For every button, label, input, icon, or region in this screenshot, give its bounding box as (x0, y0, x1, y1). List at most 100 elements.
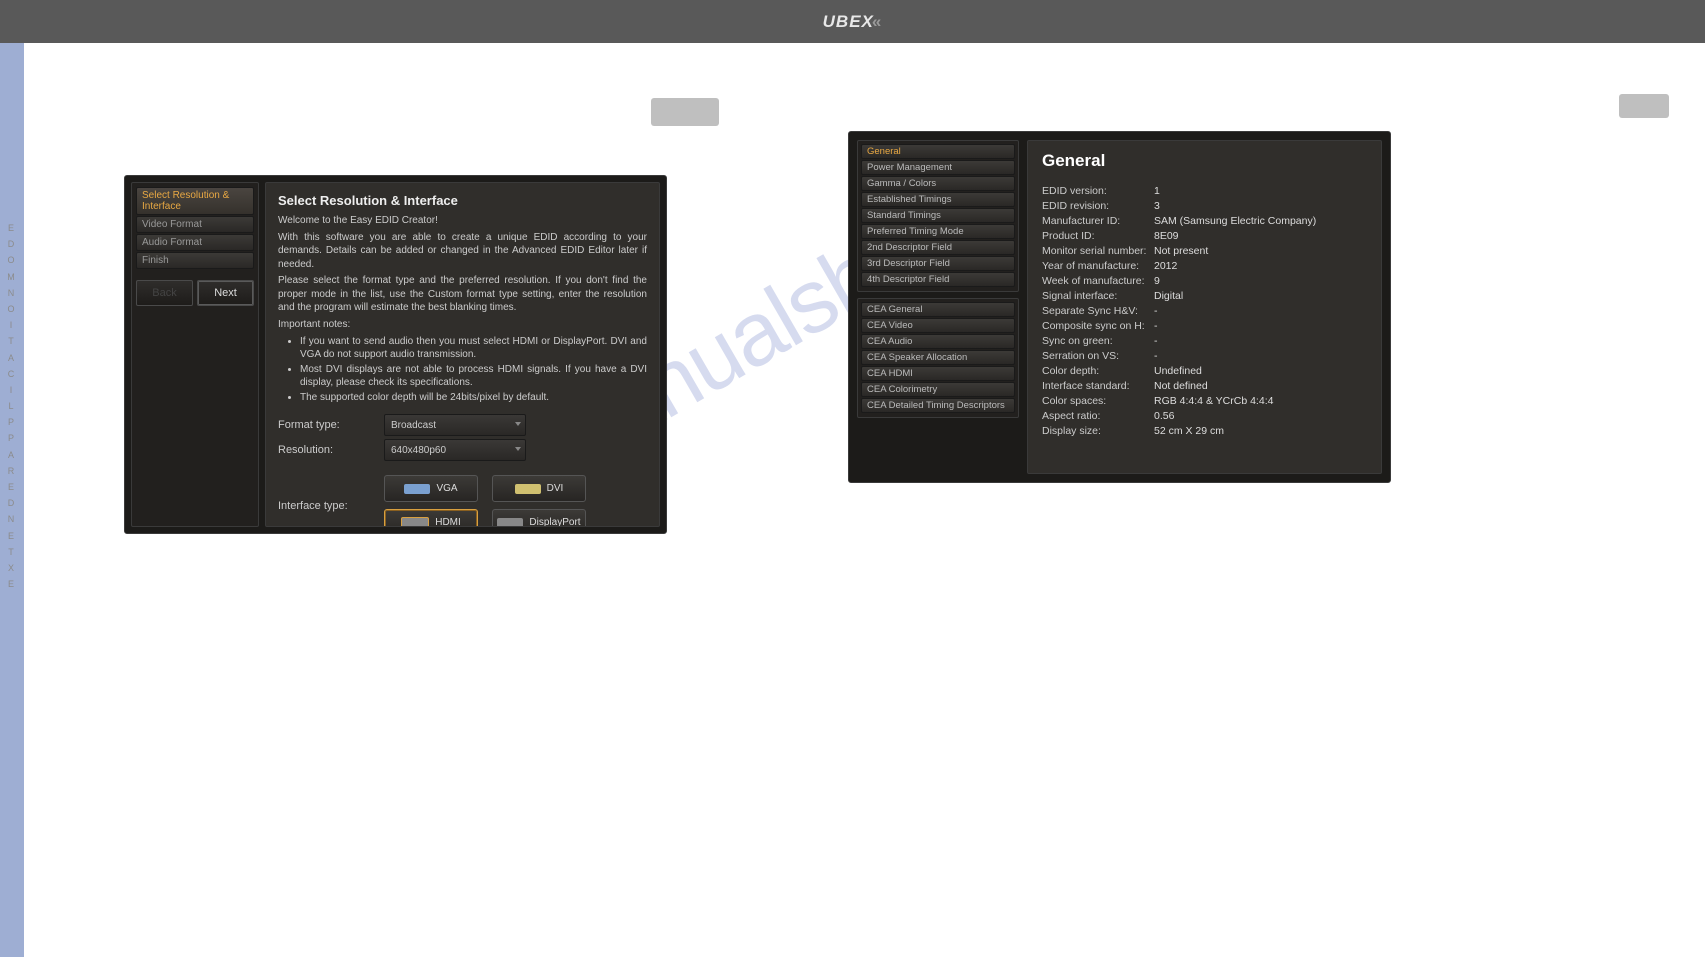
info-value: Undefined (1154, 365, 1202, 377)
wizard-step[interactable]: Select Resolution & Interface (136, 187, 254, 215)
info-nav-item[interactable]: CEA Colorimetry (861, 382, 1015, 397)
info-value: 52 cm X 29 cm (1154, 425, 1224, 437)
back-button[interactable]: Back (136, 280, 193, 306)
info-value: 9 (1154, 275, 1160, 287)
hdmi-connector-icon (401, 517, 429, 528)
info-row: Manufacturer ID:SAM (Samsung Electric Co… (1042, 215, 1367, 227)
info-nav-item[interactable]: General (861, 144, 1015, 159)
info-value: - (1154, 320, 1158, 332)
info-key: Product ID: (1042, 230, 1154, 242)
right-placeholder-pill (1619, 94, 1669, 118)
info-key: EDID revision: (1042, 200, 1154, 212)
info-key: Manufacturer ID: (1042, 215, 1154, 227)
info-value: Digital (1154, 290, 1183, 302)
wizard-step[interactable]: Audio Format (136, 234, 254, 251)
interface-button-label: HDMI (435, 517, 461, 527)
note-item: The supported color depth will be 24bits… (300, 391, 647, 404)
info-section-title: General (1042, 151, 1367, 171)
info-nav-item[interactable]: Power Management (861, 160, 1015, 175)
info-row: Serration on VS:- (1042, 350, 1367, 362)
info-row: Week of manufacture:9 (1042, 275, 1367, 287)
info-key: Composite sync on H: (1042, 320, 1154, 332)
info-nav-item[interactable]: CEA Speaker Allocation (861, 350, 1015, 365)
info-row: Separate Sync H&V:- (1042, 305, 1367, 317)
top-bar: UBEX (0, 0, 1705, 43)
format-type-select[interactable]: Broadcast (384, 414, 526, 436)
info-key: Sync on green: (1042, 335, 1154, 347)
interface-type-row: Interface type: VGA DVI HDMI DisplayPort (278, 475, 647, 527)
info-row: Year of manufacture:2012 (1042, 260, 1367, 272)
info-value: - (1154, 305, 1158, 317)
info-key: Separate Sync H&V: (1042, 305, 1154, 317)
info-nav-item[interactable]: 4th Descriptor Field (861, 272, 1015, 287)
info-nav-item[interactable]: Preferred Timing Mode (861, 224, 1015, 239)
vga-connector-icon (404, 484, 430, 494)
info-row: EDID revision:3 (1042, 200, 1367, 212)
notes-list: If you want to send audio then you must … (278, 335, 647, 404)
info-nav-item[interactable]: 2nd Descriptor Field (861, 240, 1015, 255)
info-value: - (1154, 350, 1158, 362)
interface-type-label: Interface type: (278, 500, 384, 512)
format-type-label: Format type: (278, 419, 384, 431)
info-nav-item[interactable]: 3rd Descriptor Field (861, 256, 1015, 271)
notes-label: Important notes: (278, 318, 647, 332)
info-value: 3 (1154, 200, 1160, 212)
info-row: Color depth:Undefined (1042, 365, 1367, 377)
interface-button-label: VGA (436, 483, 457, 494)
info-key: Aspect ratio: (1042, 410, 1154, 422)
info-key: Monitor serial number: (1042, 245, 1154, 257)
info-key: Color spaces: (1042, 395, 1154, 407)
interface-button-dvi[interactable]: DVI (492, 475, 586, 502)
interface-button-vga[interactable]: VGA (384, 475, 478, 502)
info-key: Display size: (1042, 425, 1154, 437)
info-key: Year of manufacture: (1042, 260, 1154, 272)
wizard-steps-pane: Select Resolution & InterfaceVideo Forma… (131, 182, 259, 527)
wizard-steps-list: Select Resolution & InterfaceVideo Forma… (136, 187, 254, 270)
info-nav-item[interactable]: Gamma / Colors (861, 176, 1015, 191)
info-key: EDID version: (1042, 185, 1154, 197)
info-nav-block: GeneralPower ManagementGamma / ColorsEst… (857, 140, 1019, 292)
info-row: EDID version:1 (1042, 185, 1367, 197)
info-key: Signal interface: (1042, 290, 1154, 302)
info-nav-item[interactable]: CEA Audio (861, 334, 1015, 349)
interface-button-hdmi[interactable]: HDMI (384, 509, 478, 527)
info-value: Not present (1154, 245, 1208, 257)
info-value: Not defined (1154, 380, 1208, 392)
info-nav-column: GeneralPower ManagementGamma / ColorsEst… (857, 140, 1019, 474)
welcome-text: Welcome to the Easy EDID Creator! (278, 214, 647, 228)
center-placeholder-pill (651, 98, 719, 126)
interface-button-label: DisplayPort (529, 517, 580, 527)
description-1: With this software you are able to creat… (278, 231, 647, 272)
interface-buttons-grid: VGA DVI HDMI DisplayPort (384, 475, 594, 527)
info-nav-item[interactable]: CEA Video (861, 318, 1015, 333)
wizard-step[interactable]: Finish (136, 252, 254, 269)
info-nav-item[interactable]: CEA HDMI (861, 366, 1015, 381)
note-item: Most DVI displays are not able to proces… (300, 363, 647, 389)
info-nav-block: CEA GeneralCEA VideoCEA AudioCEA Speaker… (857, 298, 1019, 418)
info-nav-item[interactable]: Standard Timings (861, 208, 1015, 223)
resolution-row: Resolution: 640x480p60 (278, 439, 647, 461)
format-type-row: Format type: Broadcast (278, 414, 647, 436)
info-value: 8E09 (1154, 230, 1179, 242)
info-value: 2012 (1154, 260, 1177, 272)
info-row: Monitor serial number:Not present (1042, 245, 1367, 257)
resolution-select[interactable]: 640x480p60 (384, 439, 526, 461)
note-item: If you want to send audio then you must … (300, 335, 647, 361)
wizard-title: Select Resolution & Interface (278, 193, 647, 208)
info-nav-item[interactable]: CEA Detailed Timing Descriptors (861, 398, 1015, 413)
wizard-content-pane: Select Resolution & Interface Welcome to… (265, 182, 660, 527)
info-value: - (1154, 335, 1158, 347)
info-value: SAM (Samsung Electric Company) (1154, 215, 1316, 227)
info-detail-column: General EDID version:1EDID revision:3Man… (1027, 140, 1382, 474)
resolution-label: Resolution: (278, 444, 384, 456)
info-nav-item[interactable]: CEA General (861, 302, 1015, 317)
info-row: Interface standard:Not defined (1042, 380, 1367, 392)
displayport-connector-icon (497, 518, 523, 528)
wizard-step[interactable]: Video Format (136, 216, 254, 233)
info-row: Sync on green:- (1042, 335, 1367, 347)
interface-button-displayport[interactable]: DisplayPort (492, 509, 586, 527)
next-button[interactable]: Next (197, 280, 254, 306)
info-row: Display size:52 cm X 29 cm (1042, 425, 1367, 437)
info-nav-item[interactable]: Established Timings (861, 192, 1015, 207)
info-value: RGB 4:4:4 & YCrCb 4:4:4 (1154, 395, 1273, 407)
